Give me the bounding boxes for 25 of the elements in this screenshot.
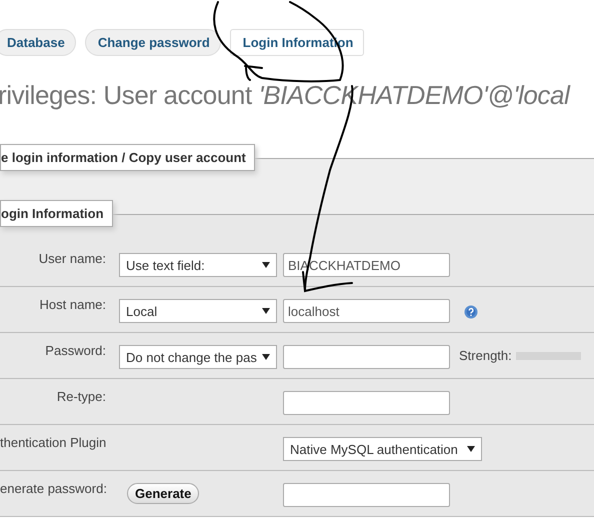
input-field[interactable] bbox=[283, 483, 450, 507]
field-label: enerate password: bbox=[0, 481, 106, 496]
strength-label: Strength: bbox=[459, 348, 512, 363]
input-field[interactable] bbox=[283, 391, 450, 415]
input-field[interactable] bbox=[283, 345, 450, 369]
help-icon[interactable] bbox=[464, 305, 478, 319]
fieldset-legend: ogin Information bbox=[0, 200, 113, 227]
caret-icon bbox=[262, 354, 270, 360]
field-label: Host name: bbox=[38, 297, 106, 312]
field-label: thentication Plugin bbox=[0, 435, 106, 450]
caret-icon bbox=[262, 308, 270, 314]
field-label: Password: bbox=[44, 343, 106, 358]
field-label: Re-type: bbox=[56, 389, 106, 404]
dropdown[interactable]: Native MySQL authentication bbox=[283, 437, 482, 461]
tab[interactable]: Change password bbox=[84, 29, 221, 56]
tab[interactable]: Database bbox=[0, 29, 76, 56]
dropdown[interactable]: Do not change the pas bbox=[119, 345, 277, 369]
caret-icon bbox=[262, 262, 270, 268]
caret-icon bbox=[467, 446, 475, 452]
input-field[interactable]: localhost bbox=[283, 299, 450, 323]
field-label: User name: bbox=[38, 251, 106, 266]
generate-button[interactable]: Generate bbox=[127, 483, 200, 504]
dropdown[interactable]: Local bbox=[119, 299, 277, 323]
dropdown[interactable]: Use text field: bbox=[119, 253, 277, 277]
fieldset-legend: e login information / Copy user account bbox=[0, 144, 255, 171]
